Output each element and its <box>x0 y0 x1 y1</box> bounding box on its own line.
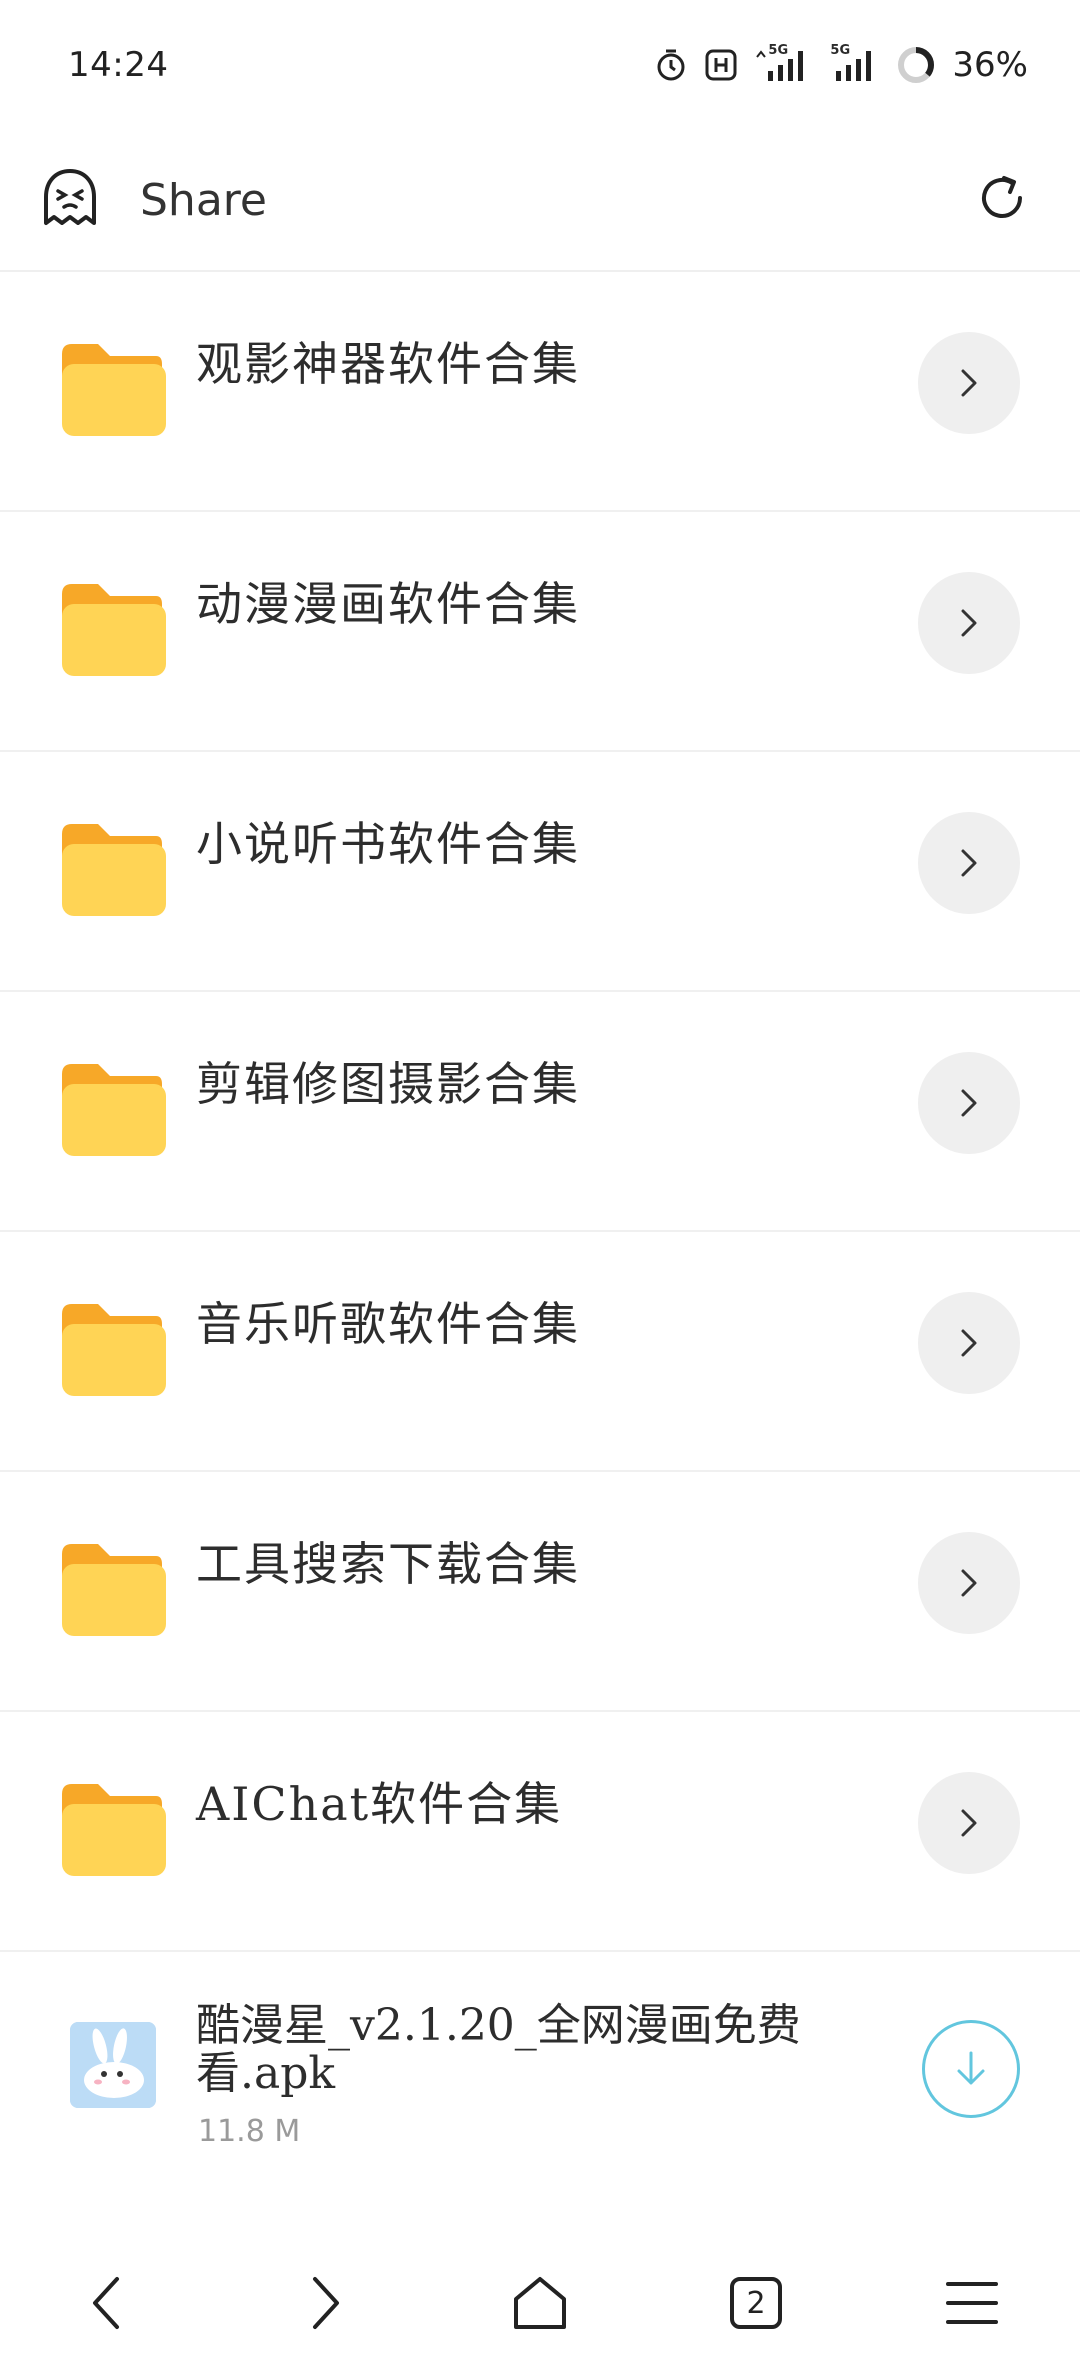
file-size: 11.8 M <box>198 2114 301 2149</box>
chevron-right-icon <box>961 1809 977 1837</box>
download-icon <box>957 2051 985 2085</box>
open-folder-button[interactable] <box>918 572 1020 674</box>
open-folder-button[interactable] <box>918 1052 1020 1154</box>
refresh-icon <box>974 170 1030 230</box>
open-folder-button[interactable] <box>918 1292 1020 1394</box>
folder-icon <box>58 578 166 678</box>
refresh-button[interactable] <box>962 160 1042 240</box>
battery-icon <box>896 45 936 85</box>
forward-button[interactable] <box>264 2253 384 2353</box>
folder-name: 音乐听歌软件合集 <box>196 1297 580 1351</box>
open-folder-button[interactable] <box>918 812 1020 914</box>
chevron-right-icon <box>961 849 977 877</box>
folder-name: 观影神器软件合集 <box>196 337 580 391</box>
alarm-icon <box>654 48 688 82</box>
folder-icon <box>58 1538 166 1638</box>
chevron-right-icon <box>961 1329 977 1357</box>
chevron-right-icon <box>961 1569 977 1597</box>
home-button[interactable] <box>480 2253 600 2353</box>
folder-name: AIChat软件合集 <box>196 1777 563 1831</box>
folder-row[interactable]: 剪辑修图摄影合集 <box>0 992 1080 1232</box>
folder-name: 剪辑修图摄影合集 <box>196 1057 580 1111</box>
folder-icon <box>58 1298 166 1398</box>
folder-row[interactable]: 动漫漫画软件合集 <box>0 512 1080 752</box>
folder-row[interactable]: AIChat软件合集 <box>0 1712 1080 1952</box>
ghost-logo-icon <box>40 167 100 233</box>
status-time: 14:24 <box>68 45 169 85</box>
folder-icon <box>58 1778 166 1878</box>
folder-name: 工具搜索下载合集 <box>196 1537 580 1591</box>
back-icon <box>93 2277 119 2329</box>
hd-icon <box>704 48 738 82</box>
folder-name: 小说听书软件合集 <box>196 817 580 871</box>
signal-icon: 5G <box>754 43 812 83</box>
folder-icon <box>58 1058 166 1158</box>
page-title: Share <box>140 174 267 226</box>
app-header: Share <box>0 130 1080 272</box>
tabs-button[interactable]: 2 <box>696 2253 816 2353</box>
folder-name: 动漫漫画软件合集 <box>196 577 580 631</box>
file-list: 观影神器软件合集 动漫漫画软件合集 小说听书软件合集 剪辑修图摄影合集 音乐听歌… <box>0 272 1080 2152</box>
bottom-navigation: 2 <box>0 2230 1080 2376</box>
folder-row[interactable]: 工具搜索下载合集 <box>0 1472 1080 1712</box>
folder-row[interactable]: 小说听书软件合集 <box>0 752 1080 992</box>
file-name: 酷漫星_v2.1.20_全网漫画免费看.apk <box>196 2000 801 2099</box>
forward-icon <box>313 2277 339 2329</box>
signal-icon: 5G <box>828 43 880 83</box>
download-button[interactable] <box>922 2020 1020 2118</box>
apk-app-icon <box>70 2022 156 2108</box>
back-button[interactable] <box>48 2253 168 2353</box>
network-label-2: 5G <box>830 43 851 58</box>
folder-icon <box>58 338 166 438</box>
folder-row[interactable]: 音乐听歌软件合集 <box>0 1232 1080 1472</box>
chevron-right-icon <box>961 369 977 397</box>
menu-icon <box>946 2282 998 2324</box>
chevron-right-icon <box>961 1089 977 1117</box>
status-bar: 14:24 5G 5G 36% <box>0 0 1080 130</box>
open-folder-button[interactable] <box>918 1532 1020 1634</box>
chevron-right-icon <box>961 609 977 637</box>
folder-icon <box>58 818 166 918</box>
status-icons: 5G 5G 36% <box>654 43 1028 85</box>
open-folder-button[interactable] <box>918 332 1020 434</box>
network-label-1: 5G <box>768 43 789 58</box>
open-folder-button[interactable] <box>918 1772 1020 1874</box>
menu-button[interactable] <box>912 2253 1032 2353</box>
folder-row[interactable]: 观影神器软件合集 <box>0 272 1080 512</box>
home-icon <box>514 2277 566 2329</box>
battery-percent: 36% <box>952 45 1028 85</box>
file-row[interactable]: 酷漫星_v2.1.20_全网漫画免费看.apk 11.8 M <box>0 1952 1080 2152</box>
tabs-count: 2 <box>746 2285 766 2321</box>
